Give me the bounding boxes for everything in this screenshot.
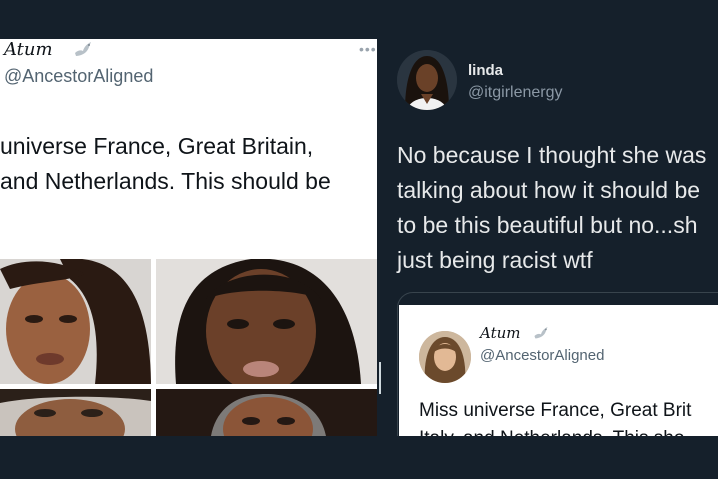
main-text-line: just being racist wtf — [397, 247, 593, 273]
left-text-line: universe France, Great Britain, — [0, 133, 314, 159]
main-text-line: No because I thought she was — [397, 142, 707, 168]
background-band — [0, 436, 718, 479]
more-horizontal-icon[interactable]: ••• — [359, 41, 377, 57]
avatar[interactable] — [397, 50, 457, 110]
main-tweet-text: No because I thought she was talking abo… — [397, 138, 718, 278]
dove-icon — [534, 326, 548, 339]
quoted-display-name: Atum — [480, 324, 521, 342]
main-display-name[interactable]: linda — [468, 62, 503, 79]
tweet-photo-3[interactable] — [0, 389, 151, 436]
main-handle[interactable]: @itgirlenergy — [468, 84, 563, 102]
tweet-photo-1[interactable] — [0, 259, 151, 384]
left-tweet-screenshot: Atum @AncestorAligned ••• universe Franc… — [0, 39, 377, 436]
quoted-tweet[interactable]: Atum @AncestorAligned Miss universe Fran… — [397, 292, 718, 454]
quoted-avatar[interactable] — [419, 331, 471, 383]
left-handle[interactable]: @AncestorAligned — [4, 66, 153, 87]
dove-icon — [75, 42, 91, 56]
left-tweet-text: universe France, Great Britain, and Neth… — [0, 129, 377, 199]
quoted-handle: @AncestorAligned — [480, 347, 605, 364]
left-display-name: Atum — [4, 39, 53, 60]
scrollbar[interactable] — [379, 362, 381, 394]
tweet-photo-4[interactable] — [156, 389, 377, 436]
main-text-line: to be this beautiful but no...sh — [397, 212, 698, 238]
main-text-line: talking about how it should be — [397, 177, 701, 203]
left-text-line: and Netherlands. This should be — [0, 168, 331, 194]
quoted-tweet-screenshot: Atum @AncestorAligned Miss universe Fran… — [399, 305, 718, 453]
tweet-photo-2[interactable] — [156, 259, 377, 384]
quoted-text-line: Miss universe France, Great Brit — [419, 400, 692, 421]
